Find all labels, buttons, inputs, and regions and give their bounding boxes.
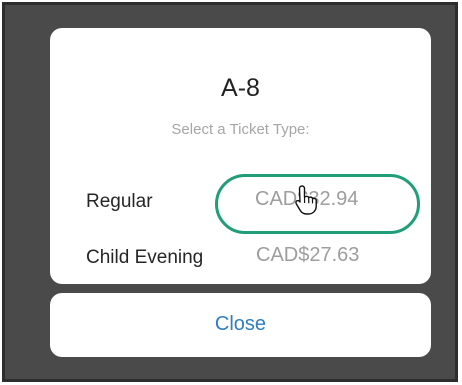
ticket-price-child-evening[interactable]: CAD$27.63: [256, 244, 359, 267]
close-button[interactable]: Close: [50, 293, 431, 357]
seat-title: A-8: [221, 74, 260, 102]
ticket-label-child-evening: Child Evening: [86, 247, 204, 268]
close-button-label: Close: [214, 313, 267, 335]
ticket-label-regular: Regular: [86, 191, 153, 212]
ticket-type-dialog: A-8 Select a Ticket Type: Regular CAD$32…: [50, 28, 431, 284]
ticket-type-prompt: Select a Ticket Type:: [171, 121, 310, 138]
hand-pointer-icon: [295, 185, 317, 215]
